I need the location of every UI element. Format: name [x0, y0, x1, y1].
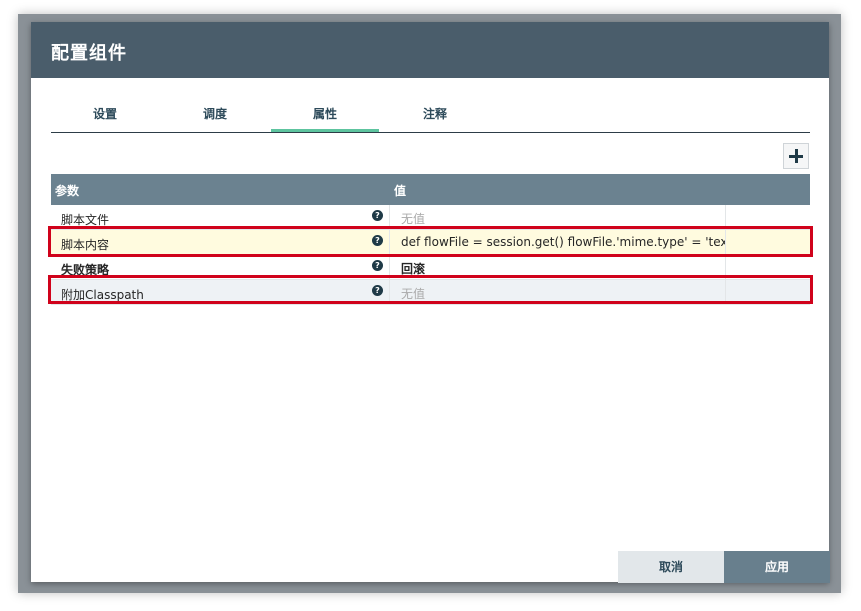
column-header-name: 参数	[55, 184, 80, 198]
highlight-box	[48, 226, 813, 257]
highlight-box	[48, 275, 813, 304]
question-circle-icon[interactable]: ?	[372, 210, 383, 221]
tab-settings[interactable]: 设置	[51, 102, 159, 132]
apply-button[interactable]: 应用	[724, 551, 830, 583]
dialog-title: 配置组件	[51, 43, 127, 64]
question-circle-icon[interactable]: ?	[372, 260, 383, 271]
table-header: 参数 值	[51, 174, 810, 205]
tab-comments[interactable]: 注释	[381, 102, 489, 132]
column-header-value: 值	[394, 184, 407, 198]
dialog-header: 配置组件	[31, 22, 829, 78]
tab-properties[interactable]: 属性	[271, 102, 379, 132]
tab-bar: 设置 调度 属性 注释	[51, 102, 810, 133]
add-property-button[interactable]	[783, 143, 809, 169]
tab-scheduling[interactable]: 调度	[161, 102, 269, 132]
cancel-button[interactable]: 取消	[618, 551, 724, 583]
